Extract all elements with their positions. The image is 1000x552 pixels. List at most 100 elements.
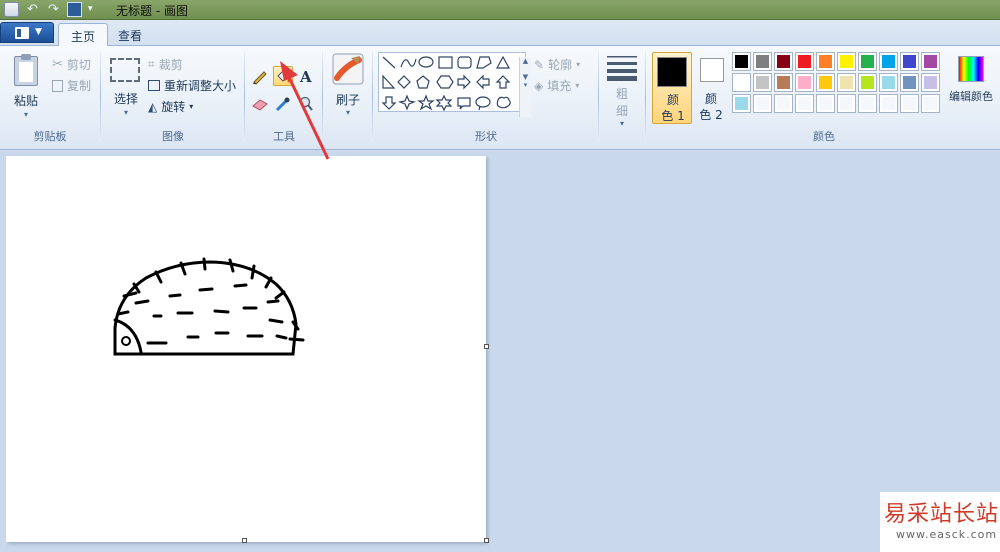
crop-button[interactable]: ⌗ 裁剪: [148, 56, 183, 73]
chevron-down-icon: ▾: [575, 81, 580, 90]
palette-swatch[interactable]: [858, 52, 877, 71]
chevron-down-icon: ▾: [576, 60, 581, 69]
copy-icon: [52, 79, 63, 92]
paint-menu-button[interactable]: ▼: [0, 22, 54, 43]
colors-group-label: 颜色: [813, 130, 835, 143]
palette-swatch[interactable]: [858, 73, 877, 92]
image-group-label: 图像: [162, 130, 184, 143]
tab-home[interactable]: 主页: [58, 23, 109, 47]
colors-group: 颜 色 1 颜 色 2 编辑颜色 颜色: [648, 48, 1000, 146]
palette-swatch[interactable]: [858, 94, 877, 113]
shapes-gallery[interactable]: ▲ ▼ ▾: [378, 52, 531, 117]
undo-icon[interactable]: ↶: [25, 2, 40, 17]
palette-swatch[interactable]: [921, 94, 940, 113]
select-button[interactable]: 选择 ▾: [104, 50, 144, 122]
edit-colors-button[interactable]: 编辑颜色: [944, 52, 998, 124]
swatch-color: [756, 97, 769, 110]
group-divider: [244, 52, 245, 142]
app-menu-icon[interactable]: [4, 2, 19, 17]
swatch-color: [735, 97, 748, 110]
hedgehog-drawing: [113, 257, 305, 356]
palette-swatch[interactable]: [732, 73, 751, 92]
swatch-color: [798, 76, 811, 89]
clipboard-icon: [14, 54, 38, 86]
palette-swatch[interactable]: [753, 52, 772, 71]
palette-swatch[interactable]: [774, 94, 793, 113]
swatch-color: [777, 76, 790, 89]
paste-label: 粘贴: [13, 94, 38, 108]
chevron-down-icon: ▾: [619, 119, 624, 128]
outline-icon: ✎: [534, 57, 545, 72]
size-button[interactable]: 粗 细 ▾: [602, 52, 642, 128]
crop-icon: ⌗: [148, 57, 155, 71]
fill-label: 填充: [547, 79, 572, 93]
color2-button[interactable]: 颜 色 2: [696, 52, 736, 124]
palette-swatch[interactable]: [900, 73, 919, 92]
ribbon-tab-row: ▼ 主页 查看: [0, 20, 1000, 47]
swatch-color: [924, 97, 937, 110]
palette-swatch[interactable]: [774, 52, 793, 71]
palette-swatch[interactable]: [837, 52, 856, 71]
palette-swatch[interactable]: [753, 73, 772, 92]
color1-label-bottom: 色 1: [661, 109, 685, 123]
image-group: 选择 ▾ ⌗ 裁剪 重新调整大小 ◭ 旋转 ▾ 图像: [102, 48, 244, 146]
swatch-color: [903, 55, 916, 68]
resize-button[interactable]: 重新调整大小: [148, 77, 236, 94]
palette-swatch[interactable]: [837, 73, 856, 92]
scissors-icon: ✂: [52, 57, 63, 72]
palette-swatch[interactable]: [879, 73, 898, 92]
canvas-workspace: [0, 151, 1000, 552]
swatch-color: [735, 55, 748, 68]
palette-swatch[interactable]: [921, 73, 940, 92]
palette-swatch[interactable]: [774, 73, 793, 92]
chevron-down-icon: ▾: [189, 102, 194, 111]
window-title: 无标题 - 画图: [116, 4, 188, 18]
paste-button[interactable]: 粘贴 ▾: [6, 50, 46, 122]
palette-swatch[interactable]: [816, 73, 835, 92]
palette-swatch[interactable]: [837, 94, 856, 113]
annotation-arrow: [280, 61, 330, 160]
cut-button[interactable]: ✂ 剪切: [52, 56, 91, 73]
swatch-color: [924, 76, 937, 89]
color1-button[interactable]: 颜 色 1: [652, 52, 692, 124]
tab-view[interactable]: 查看: [106, 23, 154, 46]
clipboard-group-label: 剪贴板: [33, 130, 67, 143]
palette-swatch[interactable]: [753, 94, 772, 113]
palette-swatch[interactable]: [816, 94, 835, 113]
swatch-color: [903, 76, 916, 89]
line-size-icon: [607, 56, 637, 81]
group-divider: [645, 52, 646, 142]
resize-handle-bottom[interactable]: [242, 538, 247, 543]
fill-bucket-icon: ◈: [534, 78, 544, 93]
palette-swatch[interactable]: [900, 52, 919, 71]
palette-swatch[interactable]: [795, 73, 814, 92]
drawing-canvas[interactable]: [6, 156, 486, 542]
pencil-tool[interactable]: [250, 66, 270, 86]
shapes-icons: [381, 55, 511, 112]
palette-swatch[interactable]: [879, 94, 898, 113]
color-wheel-icon: [958, 56, 984, 82]
group-divider: [372, 52, 373, 142]
resize-handle-right[interactable]: [484, 344, 489, 349]
save-icon[interactable]: [67, 2, 82, 17]
palette-swatch[interactable]: [732, 94, 751, 113]
palette-swatch[interactable]: [921, 52, 940, 71]
palette-swatch[interactable]: [795, 94, 814, 113]
resize-handle-corner[interactable]: [484, 538, 489, 543]
swatch-color: [735, 76, 748, 89]
customize-toolbar-icon[interactable]: ▾: [88, 2, 97, 17]
redo-icon[interactable]: ↷: [46, 2, 61, 17]
shapes-scrollbar[interactable]: ▲ ▼ ▾: [519, 57, 531, 117]
rotate-button[interactable]: ◭ 旋转 ▾: [148, 98, 193, 115]
palette-swatch[interactable]: [795, 52, 814, 71]
palette-swatch[interactable]: [900, 94, 919, 113]
palette-swatch[interactable]: [879, 52, 898, 71]
cut-label: 剪切: [66, 58, 91, 72]
copy-button[interactable]: 复制: [52, 77, 91, 94]
outline-button[interactable]: ✎ 轮廓 ▾: [534, 56, 580, 73]
eraser-tool[interactable]: [250, 94, 270, 114]
shapes-group: ▲ ▼ ▾ ✎ 轮廓 ▾ ◈ 填充 ▾ 形状: [374, 48, 598, 146]
palette-swatch[interactable]: [816, 52, 835, 71]
palette-swatch[interactable]: [732, 52, 751, 71]
fill-button[interactable]: ◈ 填充 ▾: [534, 77, 579, 94]
